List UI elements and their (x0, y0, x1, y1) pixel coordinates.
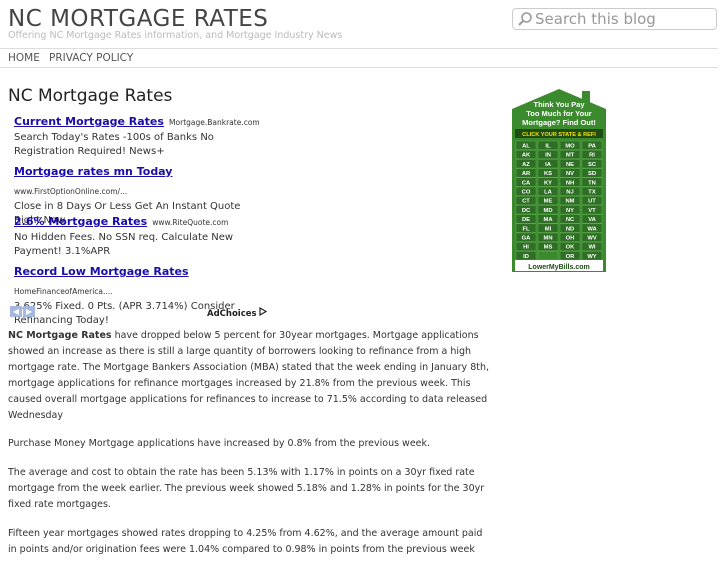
ad-line: Registration Required! News+ (14, 146, 165, 157)
state-link-dc[interactable]: DC (522, 208, 531, 214)
ad-url[interactable]: www.RiteQuote.com (152, 218, 228, 227)
state-link-in[interactable]: IN (545, 153, 551, 159)
ad-title-link[interactable]: Current Mortgage Rates (14, 115, 164, 128)
chevron-right-icon[interactable]: ▶ (23, 306, 35, 317)
state-link-ga[interactable]: GA (522, 236, 532, 242)
ad-item: Current Mortgage Rates Mortgage.Bankrate… (14, 110, 264, 160)
banner-cta: CLICK YOUR STATE & REFI (522, 132, 596, 138)
state-link-ks[interactable]: KS (544, 171, 552, 177)
banner-headline-line: Think You Pay (534, 100, 586, 109)
state-link-tn[interactable]: TN (588, 180, 596, 186)
state-link-nc[interactable]: NC (566, 217, 575, 223)
state-link-id[interactable]: ID (523, 254, 529, 260)
state-link-va[interactable]: VA (588, 217, 596, 223)
state-link-ia[interactable]: IA (545, 162, 552, 168)
state-link-ak[interactable]: AK (522, 153, 531, 159)
ad-url[interactable]: Mortgage.Bankrate.com (169, 118, 260, 127)
state-link-az[interactable]: AZ (522, 162, 530, 168)
state-link-fl[interactable]: FL (522, 226, 530, 232)
state-link-oh[interactable]: OH (566, 236, 575, 242)
state-link-sd[interactable]: SD (588, 171, 596, 177)
ad-pager: ◀ ▶ (10, 306, 36, 318)
ad-item: 2.6% Mortgage Rates www.RiteQuote.com No… (14, 210, 264, 260)
state-link-vt[interactable]: VT (588, 208, 596, 214)
adchoices-link[interactable]: AdChoices (207, 307, 267, 319)
state-link-ar[interactable]: AR (522, 171, 531, 177)
article-body: NC Mortgage Rates have dropped below 5 p… (8, 328, 490, 571)
state-link-ok[interactable]: OK (566, 245, 576, 251)
state-link-ne[interactable]: NE (566, 162, 574, 168)
article-paragraph: NC Mortgage Rates have dropped below 5 p… (8, 328, 490, 424)
state-link-mi[interactable]: MI (545, 226, 552, 232)
refinance-banner-ad[interactable]: Think You Pay Too Much for Your Mortgage… (512, 89, 606, 272)
nav-home[interactable]: HOME (8, 52, 40, 64)
search-box[interactable] (512, 8, 717, 30)
article-keyword: NC Mortgage Rates (8, 330, 112, 341)
ad-line: Payment! 3.1%APR (14, 246, 111, 257)
state-link-tx[interactable]: TX (588, 190, 596, 196)
state-link-de[interactable]: DE (522, 217, 530, 223)
ad-description: Search Today's Rates -100s of Banks No R… (14, 131, 264, 159)
search-input[interactable] (535, 10, 711, 28)
state-link-hi[interactable]: HI (523, 245, 529, 251)
ad-description: No Hidden Fees. No SSN req. Calculate Ne… (14, 231, 264, 259)
state-link-mt[interactable]: MT (566, 153, 575, 159)
state-link-wi[interactable]: WI (588, 245, 595, 251)
article-text: have dropped below 5 percent for 30year … (8, 330, 490, 421)
state-cell (537, 251, 559, 261)
state-link-mn[interactable]: MN (543, 236, 552, 242)
state-link-ri[interactable]: RI (589, 153, 595, 159)
ad-url[interactable]: www.FirstOptionOnline.com/... (14, 187, 127, 196)
banner-logo: LowerMyBills.com (528, 264, 589, 271)
state-link-or[interactable]: OR (566, 254, 576, 260)
adchoices-label: AdChoices (207, 309, 257, 319)
state-link-nd[interactable]: ND (566, 226, 574, 232)
ad-item: Record Low Mortgage Rates HomeFinanceofA… (14, 260, 264, 326)
site-title[interactable]: NC MORTGAGE RATES (8, 6, 268, 32)
banner-headline-line: Mortgage? Find Out! (522, 118, 596, 127)
top-nav: HOME PRIVACY POLICY (0, 48, 718, 68)
ad-line: Search Today's Rates -100s of Banks No (14, 132, 214, 143)
state-link-nv[interactable]: NV (566, 171, 574, 177)
state-link-mo[interactable]: MO (565, 144, 575, 150)
state-link-wy[interactable]: WY (587, 254, 596, 260)
state-link-al[interactable]: AL (522, 144, 530, 150)
state-link-wa[interactable]: WA (587, 226, 597, 232)
post-title[interactable]: NC Mortgage Rates (8, 86, 172, 106)
ad-title-link[interactable]: Record Low Mortgage Rates (14, 265, 189, 278)
state-link-pa[interactable]: PA (588, 144, 596, 150)
ad-title-link[interactable]: 2.6% Mortgage Rates (14, 215, 147, 228)
ad-url[interactable]: HomeFinanceofAmerica.... (14, 287, 113, 296)
state-link-ma[interactable]: MA (543, 217, 553, 223)
state-link-ct[interactable]: CT (522, 199, 530, 205)
state-link-co[interactable]: CO (522, 190, 531, 196)
state-link-ny[interactable]: NY (566, 208, 574, 214)
chevron-left-icon[interactable]: ◀ (10, 306, 22, 317)
state-link-ut[interactable]: UT (588, 199, 596, 205)
state-link-md[interactable]: MD (543, 208, 552, 214)
state-link-nj[interactable]: NJ (566, 190, 573, 196)
nav-privacy-policy[interactable]: PRIVACY POLICY (49, 52, 133, 64)
banner-headline-line: Too Much for Your (526, 109, 591, 118)
state-link-il[interactable]: IL (545, 144, 551, 150)
ad-title-link[interactable]: Mortgage rates mn Today (14, 165, 172, 178)
site-tagline: Offering NC Mortgage Rates information, … (8, 30, 343, 41)
adchoices-icon (258, 307, 267, 316)
state-link-nm[interactable]: NM (565, 199, 574, 205)
state-link-ms[interactable]: MS (544, 245, 553, 251)
state-link-ca[interactable]: CA (522, 180, 531, 186)
article-paragraph: Fifteen year mortgages showed rates drop… (8, 528, 483, 555)
state-link-sc[interactable]: SC (588, 162, 597, 168)
ad-item: Mortgage rates mn Today www.FirstOptionO… (14, 160, 264, 226)
ad-line: No Hidden Fees. No SSN req. Calculate Ne… (14, 232, 234, 243)
article-paragraph: Purchase Money Mortgage applications hav… (8, 438, 431, 449)
ad-block: Current Mortgage Rates Mortgage.Bankrate… (14, 110, 264, 326)
state-link-ky[interactable]: KY (544, 180, 552, 186)
state-link-wv[interactable]: WV (587, 236, 596, 242)
state-link-me[interactable]: ME (544, 199, 553, 205)
state-link-nh[interactable]: NH (566, 180, 574, 186)
article-paragraph: The average and cost to obtain the rate … (8, 467, 485, 510)
search-icon (518, 12, 532, 26)
state-link-la[interactable]: LA (544, 190, 553, 196)
